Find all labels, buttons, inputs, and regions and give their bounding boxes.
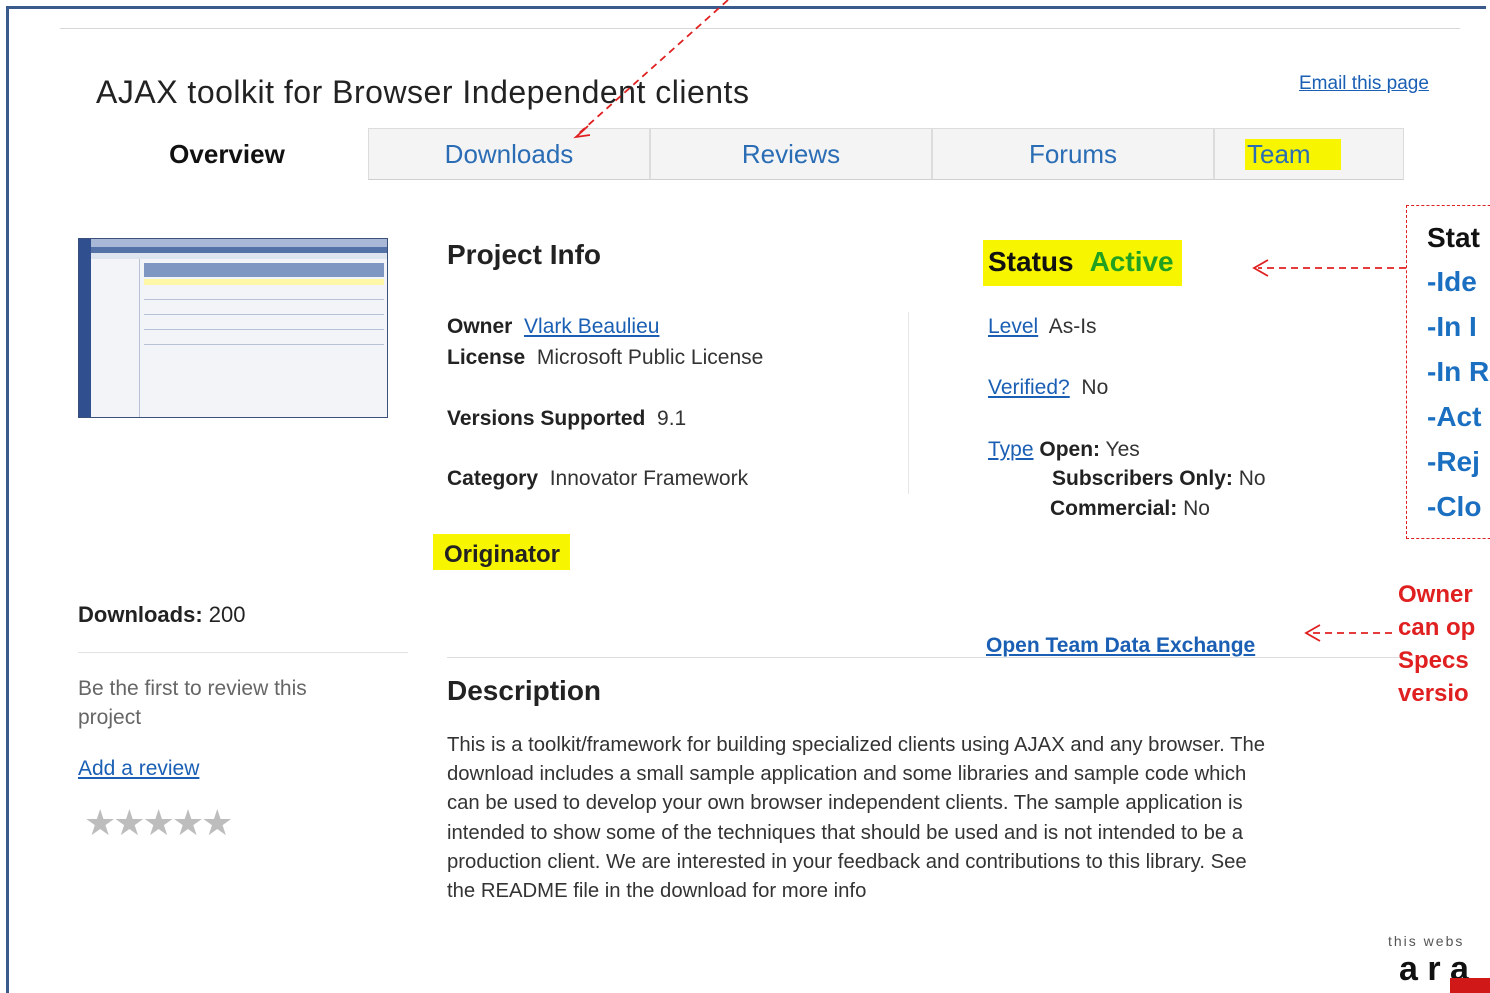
arrow-to-downloads-tab: [575, 0, 729, 137]
annotation-arrows: [573, 0, 1406, 642]
arrowhead-downloads: [573, 125, 591, 139]
